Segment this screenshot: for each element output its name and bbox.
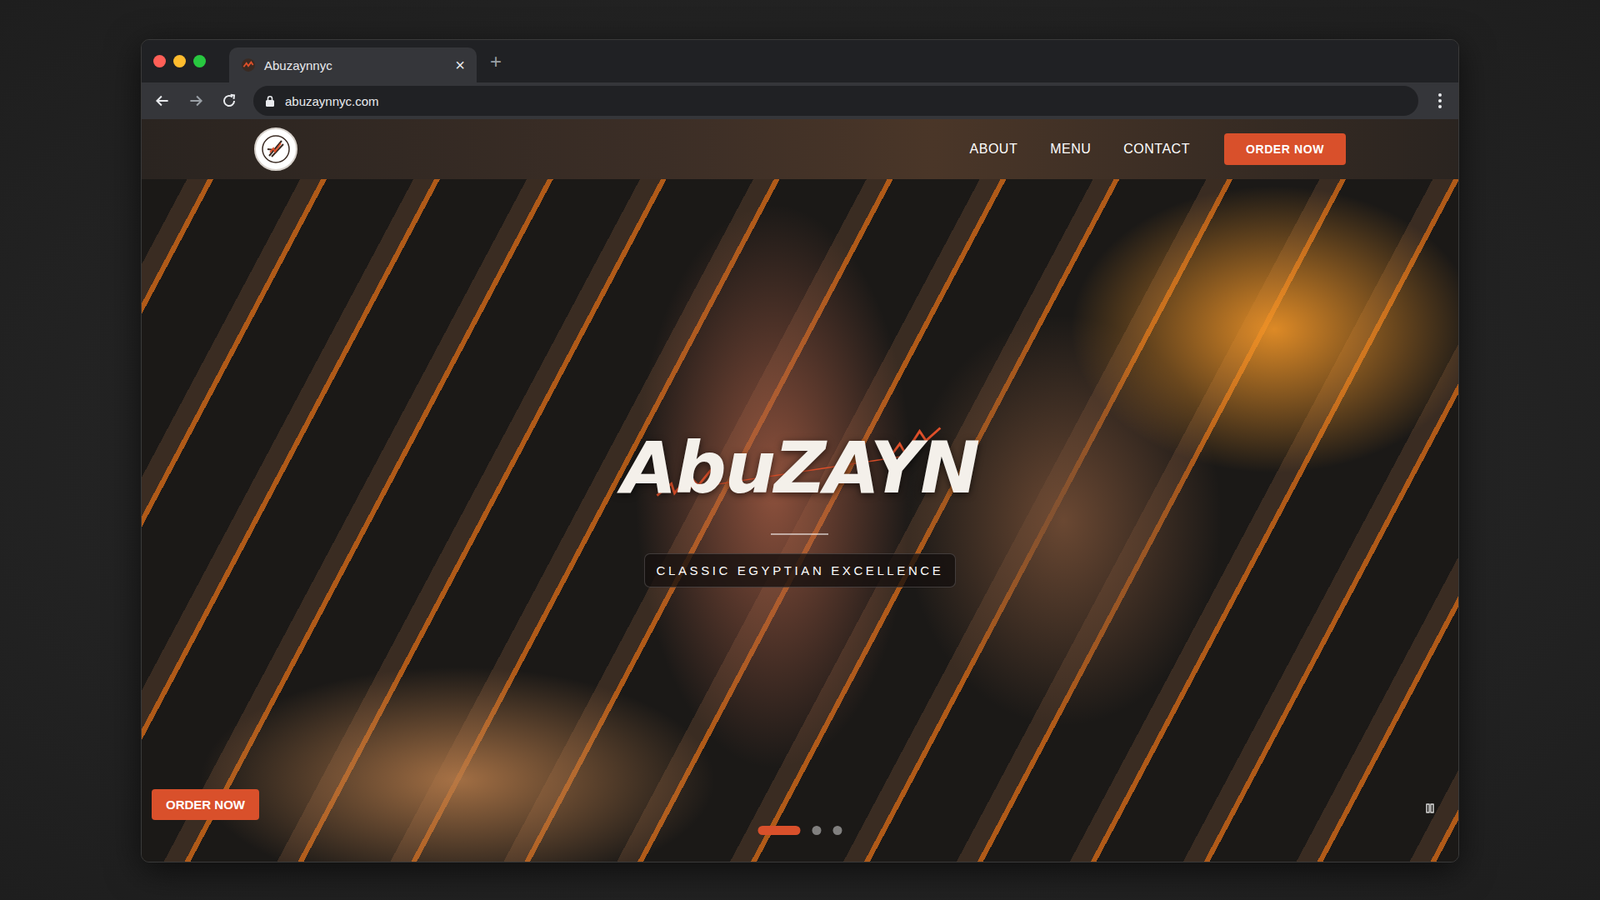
forward-arrow-icon[interactable] [186, 91, 205, 110]
hero-slider: AbuZAYN CLASSIC EGYPTIAN EXCELLENCE ORDE… [141, 179, 1459, 862]
tab-close-button[interactable]: × [455, 56, 465, 74]
back-arrow-icon[interactable] [153, 91, 172, 110]
tagline: CLASSIC EGYPTIAN EXCELLENCE [644, 553, 957, 588]
favicon-icon [240, 57, 256, 73]
slide-indicators [758, 825, 843, 835]
window-controls [153, 55, 206, 68]
nav-link[interactable]: CONTACT [1123, 141, 1190, 157]
floating-order-button[interactable]: ORDER NOW [151, 789, 260, 820]
minimize-window-icon[interactable] [173, 55, 186, 68]
website: ABOUT MENU CONTACT ORDER NOW AbuZAYN CLASS… [141, 119, 1459, 862]
browser-window: Abuzaynnyc × + abuzaynnyc.com ABOUT MENU C… [140, 39, 1460, 863]
divider [770, 533, 829, 535]
hero-logo: AbuZAYN [588, 420, 1013, 516]
reload-icon[interactable] [220, 91, 239, 110]
slide-dot[interactable] [758, 825, 801, 835]
maximize-window-icon[interactable] [193, 55, 206, 68]
browser-menu-icon[interactable] [1433, 93, 1447, 109]
slide-dot[interactable] [812, 825, 822, 835]
main-nav: ABOUT MENU CONTACT ORDER NOW [970, 133, 1346, 165]
address-bar: abuzaynnyc.com [141, 82, 1459, 120]
new-tab-button[interactable]: + [490, 51, 502, 72]
nav-link[interactable]: MENU [1050, 141, 1091, 157]
tab-title: Abuzaynnyc [264, 58, 447, 73]
brand-name: AbuZAYN [621, 428, 980, 508]
close-window-icon[interactable] [153, 55, 166, 68]
tab-bar: Abuzaynnyc × + [141, 40, 1459, 83]
site-header: ABOUT MENU CONTACT ORDER NOW [141, 119, 1459, 180]
hero-content: AbuZAYN CLASSIC EGYPTIAN EXCELLENCE [588, 420, 1013, 589]
nav-link[interactable]: ABOUT [970, 141, 1019, 157]
order-now-button[interactable]: ORDER NOW [1224, 133, 1346, 165]
slide-dot[interactable] [833, 825, 843, 835]
url-text: abuzaynnyc.com [285, 94, 380, 109]
browser-tab[interactable]: Abuzaynnyc × [229, 47, 477, 83]
desktop: Abuzaynnyc × + abuzaynnyc.com ABOUT MENU C… [0, 0, 1600, 900]
lock-icon [265, 95, 275, 107]
site-logo-icon[interactable] [254, 127, 298, 171]
url-field[interactable]: abuzaynnyc.com [253, 85, 1419, 116]
pause-icon[interactable] [1420, 798, 1440, 819]
